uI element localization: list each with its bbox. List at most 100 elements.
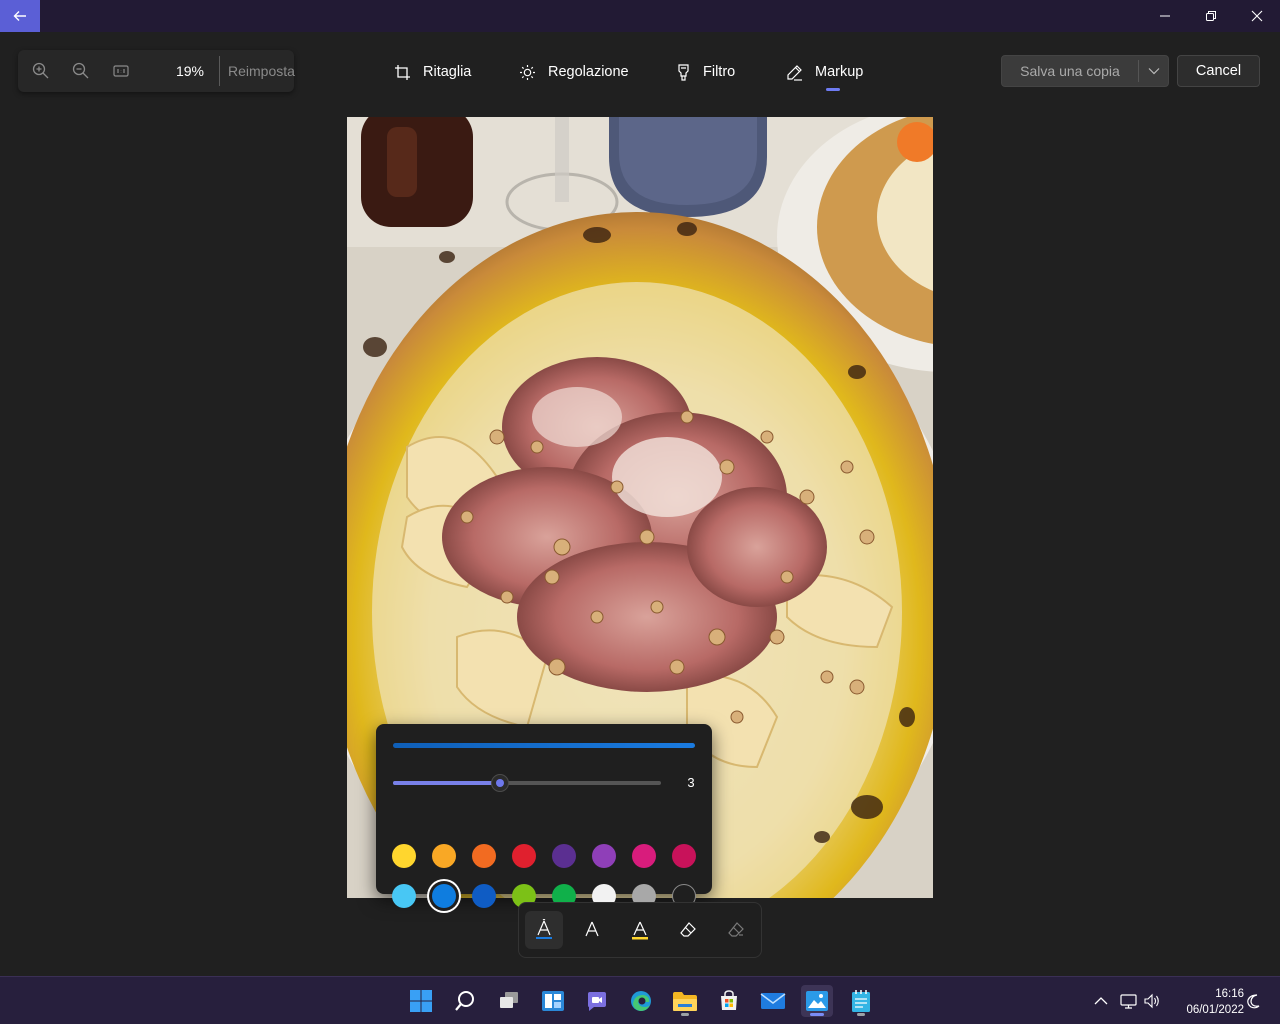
close-icon [1251,10,1263,22]
pen-size-slider[interactable] [393,774,661,792]
zoom-level: 19% [175,63,205,79]
store-button[interactable] [713,985,745,1017]
minimize-icon [1160,15,1170,17]
task-view-icon [500,992,518,1008]
actual-size-button[interactable] [111,61,131,81]
chat-icon [588,992,606,1011]
calligraphy-pen-icon [585,921,599,937]
clock-date: 06/01/2022 [1186,1004,1244,1016]
network-icon [1120,994,1137,1009]
back-button[interactable] [0,0,40,32]
color-swatch[interactable] [632,844,656,868]
teams-chat-button[interactable] [581,985,613,1017]
moon-icon [1247,994,1260,1009]
slider-thumb[interactable] [491,774,510,792]
file-explorer-button[interactable] [669,985,701,1017]
divider [219,56,220,86]
mail-button[interactable] [757,985,789,1017]
edge-icon [631,991,651,1011]
pen-settings-popup: 3 [376,724,712,908]
eraser-icon [680,922,696,937]
windows-logo-icon [410,990,432,1012]
widgets-button[interactable] [537,985,569,1017]
tab-crop-label: Ritaglia [423,64,472,80]
title-bar [0,0,1280,32]
widgets-icon [542,991,564,1011]
color-swatch[interactable] [592,844,616,868]
color-swatch[interactable] [392,884,416,908]
actual-size-icon [113,65,129,77]
zoom-out-button[interactable] [71,61,91,81]
pen-icon [787,64,802,81]
color-swatch[interactable] [472,884,496,908]
taskbar: 16:16 06/01/2022 [0,976,1280,1024]
tab-markup[interactable]: Markup [786,60,863,84]
chevron-up-icon [1094,997,1108,1005]
folder-icon [673,992,697,1011]
photos-button[interactable] [801,985,833,1017]
running-indicator [681,1013,689,1016]
zoom-out-icon [72,62,89,79]
color-swatch[interactable] [552,844,576,868]
photos-icon [806,991,828,1011]
color-swatch[interactable] [472,844,496,868]
minimize-button[interactable] [1142,0,1188,32]
color-swatch[interactable] [432,884,456,908]
color-swatch[interactable] [432,844,456,868]
tab-filter[interactable]: Filtro [676,60,735,84]
crop-icon [395,64,410,80]
store-icon [721,990,737,1010]
mail-icon [760,993,786,1009]
reset-zoom-button[interactable]: Reimposta [228,63,295,79]
edge-button[interactable] [625,985,657,1017]
zoom-in-icon [32,62,49,79]
filter-icon [678,63,689,81]
highlighter-icon [632,921,648,940]
save-copy-split-button: Salva una copia [1001,55,1169,87]
active-tab-indicator [826,88,840,91]
cancel-button[interactable]: Cancel [1177,55,1260,87]
photos-editor: 19% Reimposta Ritaglia Regolazione Filtr… [0,32,1280,976]
color-row-1 [392,844,696,870]
task-view-button[interactable] [493,985,525,1017]
ballpoint-pen-icon [536,919,552,939]
notepad-icon [852,990,870,1012]
running-indicator [857,1013,865,1016]
clear-all-icon [728,922,744,937]
calligraphy-pen-button[interactable] [573,911,611,949]
show-hidden-icons-button[interactable] [1091,991,1111,1011]
save-options-dropdown[interactable] [1139,56,1169,86]
tab-adjust-label: Regolazione [548,64,629,80]
tab-crop[interactable]: Ritaglia [394,60,471,84]
close-button[interactable] [1234,0,1280,32]
focus-assist-button[interactable] [1244,991,1264,1011]
brightness-icon [520,64,535,80]
tab-filter-label: Filtro [703,64,736,80]
zoom-in-button[interactable] [31,61,51,81]
eraser-button[interactable] [669,911,707,949]
color-swatch[interactable] [512,844,536,868]
volume-button[interactable] [1142,991,1162,1011]
stroke-preview [393,743,695,748]
highlighter-button[interactable] [621,911,659,949]
clock[interactable]: 16:16 06/01/2022 [1168,986,1244,1018]
chevron-down-icon [1148,68,1160,75]
markup-toolbar [518,902,762,958]
running-indicator [810,1013,824,1016]
pen-size-value: 3 [687,775,695,790]
network-button[interactable] [1119,991,1139,1011]
color-swatch[interactable] [392,844,416,868]
clear-all-button[interactable] [717,911,755,949]
save-copy-button[interactable]: Salva una copia [1002,56,1138,86]
tab-adjust[interactable]: Regolazione [519,60,629,84]
ballpoint-pen-button[interactable] [525,911,563,949]
restore-icon [1206,11,1216,21]
clock-time: 16:16 [1215,988,1244,1000]
color-swatch[interactable] [672,844,696,868]
notepad-button[interactable] [845,985,877,1017]
search-icon [455,991,474,1011]
restore-button[interactable] [1188,0,1234,32]
start-button[interactable] [405,985,437,1017]
search-button[interactable] [449,985,481,1017]
tab-markup-label: Markup [815,64,864,80]
